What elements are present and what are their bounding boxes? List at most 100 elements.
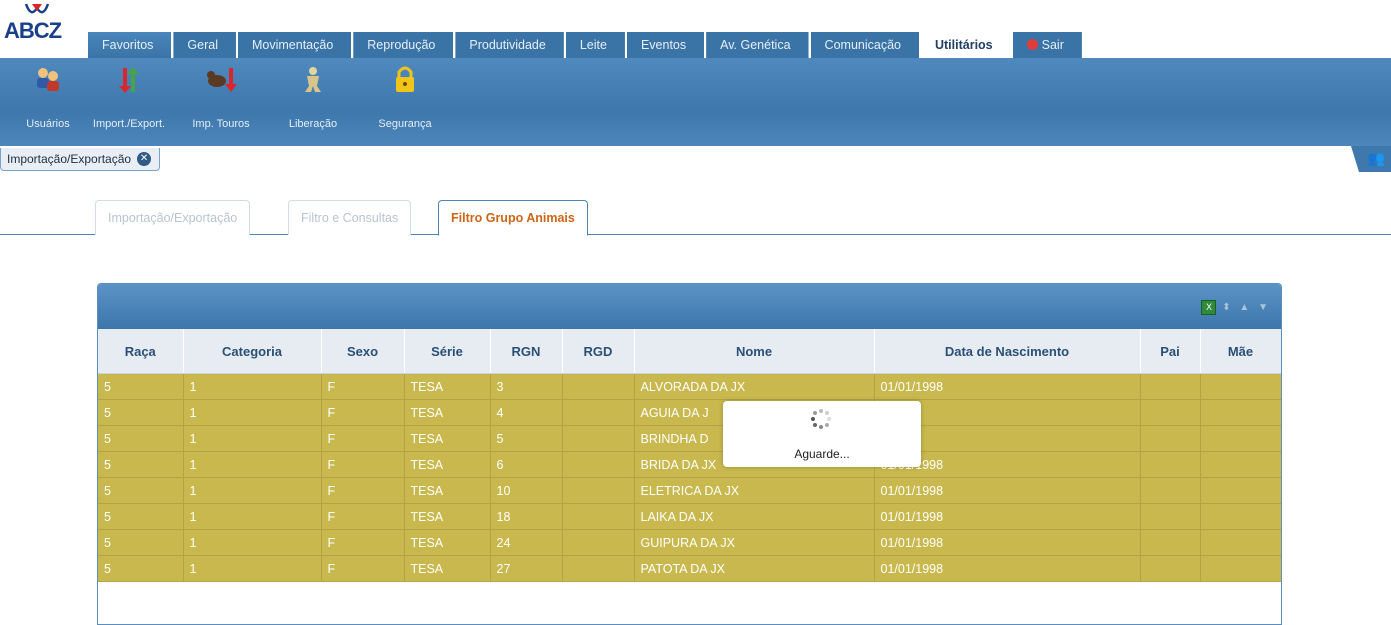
- loading-spinner-icon: [809, 403, 833, 439]
- toolbar-imp-touros-label: Imp. Touros: [192, 118, 250, 130]
- table-row[interactable]: 5 1 F TESA 18 LAIKA DA JX 01/01/1998: [98, 503, 1281, 530]
- menu-sair[interactable]: Sair: [1012, 32, 1082, 58]
- table-body: 5 1 F TESA 3 ALVORADA DA JX 01/01/1998 5 1 F TESA 4…: [98, 373, 1281, 582]
- grid-tools: X ⬍ ▲ ▼: [1201, 300, 1271, 315]
- table-cell: [1200, 529, 1281, 556]
- menu-av-genetica[interactable]: Av. Genética: [706, 32, 809, 58]
- table-cell: 6: [490, 451, 563, 478]
- col-sexo[interactable]: Sexo: [321, 329, 405, 374]
- toolbar-seguranca-button[interactable]: Segurança: [360, 62, 450, 130]
- table-cell: F: [321, 503, 405, 530]
- subtab-importacao-exportacao[interactable]: Importação/Exportação: [95, 200, 251, 235]
- close-tab-icon[interactable]: ✕: [137, 151, 152, 166]
- col-pai[interactable]: Pai: [1140, 329, 1201, 374]
- col-mae[interactable]: Mãe: [1200, 329, 1281, 374]
- table-row[interactable]: 5 1 F TESA 3 ALVORADA DA JX 01/01/1998: [98, 373, 1281, 400]
- menu-comunicacao[interactable]: Comunicação: [810, 32, 919, 58]
- loading-dialog: Aguarde...: [723, 401, 921, 467]
- table-cell: [562, 399, 635, 426]
- user-icon: 👥: [1367, 150, 1385, 166]
- table-cell: 01/01/1998: [874, 477, 1141, 504]
- table-cell: 5: [98, 477, 184, 504]
- grid-header: X ⬍ ▲ ▼: [98, 284, 1281, 329]
- table-cell: 01/01/1998: [874, 503, 1141, 530]
- menu-leite[interactable]: Leite: [565, 32, 625, 58]
- release-icon: [305, 67, 321, 92]
- menu-reproducao[interactable]: Reprodução: [353, 32, 454, 58]
- table-cell: 5: [98, 373, 184, 400]
- table-cell: 1: [183, 503, 322, 530]
- sort-icon[interactable]: ⬍: [1222, 302, 1233, 313]
- col-raca[interactable]: Raça: [98, 329, 184, 374]
- col-rgn[interactable]: RGN: [490, 329, 563, 374]
- table-cell: TESA: [404, 529, 491, 556]
- toolbar-import-export-button[interactable]: Import./Export.: [84, 62, 174, 130]
- abcz-logo: ABCZ: [4, 2, 74, 46]
- table-cell: GUIPURA DA JX: [634, 529, 875, 556]
- table-cell: 24: [490, 529, 563, 556]
- table-cell: 4: [490, 399, 563, 426]
- table-cell: 5: [98, 503, 184, 530]
- col-serie[interactable]: Série: [404, 329, 491, 374]
- subtab-filtro-consultas[interactable]: Filtro e Consultas: [288, 200, 412, 235]
- table-cell: [562, 451, 635, 478]
- table-row[interactable]: 5 1 F TESA 10 ELETRICA DA JX 01/01/1998: [98, 477, 1281, 504]
- table-cell: LAIKA DA JX: [634, 503, 875, 530]
- toolbar-usuarios-button[interactable]: Usuários: [3, 62, 93, 130]
- subtab-filtro-grupo-animais[interactable]: Filtro Grupo Animais: [438, 200, 588, 236]
- menu-utilitarios[interactable]: Utilitários: [920, 32, 1011, 58]
- collapse-down-icon[interactable]: ▼: [1258, 302, 1271, 313]
- excel-export-icon[interactable]: X: [1201, 300, 1217, 315]
- user-corner[interactable]: 👥: [1351, 146, 1391, 172]
- users-icon: [37, 68, 59, 91]
- table-cell: F: [321, 399, 405, 426]
- table-cell: 5: [98, 425, 184, 452]
- menu-produtividade[interactable]: Produtividade: [455, 32, 564, 58]
- table-cell: 5: [98, 555, 184, 582]
- table-header-row: Raça Categoria Sexo Série RGN RGD Nome D…: [98, 329, 1281, 374]
- table-cell: 01/01/1998: [874, 555, 1141, 582]
- table-cell: F: [321, 477, 405, 504]
- menu-geral[interactable]: Geral: [173, 32, 236, 58]
- table-cell: F: [321, 555, 405, 582]
- table-cell: F: [321, 373, 405, 400]
- table-cell: F: [321, 425, 405, 452]
- col-rgd[interactable]: RGD: [562, 329, 635, 374]
- table-cell: TESA: [404, 399, 491, 426]
- table-cell: 1: [183, 451, 322, 478]
- col-categoria[interactable]: Categoria: [183, 329, 322, 374]
- table-cell: [1200, 451, 1281, 478]
- table-cell: 5: [98, 529, 184, 556]
- logo-mark-icon: [24, 3, 50, 14]
- table-row[interactable]: 51FTESA6BRIDA DA JX01/01/1998: [98, 451, 1281, 478]
- table-cell: [1200, 399, 1281, 426]
- col-data-nascimento[interactable]: Data de Nascimento: [874, 329, 1141, 374]
- toolbar-liberacao-button[interactable]: Liberação: [268, 62, 358, 130]
- table-row[interactable]: 51FTESA5BRINDHA D/1998: [98, 425, 1281, 452]
- collapse-up-icon[interactable]: ▲: [1239, 302, 1252, 313]
- toolbar-ribbon: Usuários Import./Export. Imp. Touros Lib…: [0, 58, 1391, 146]
- table-cell: [1140, 373, 1201, 400]
- menu-movimentacao[interactable]: Movimentação: [237, 32, 352, 58]
- table-cell: 18: [490, 503, 563, 530]
- table-cell: [562, 373, 635, 400]
- main-menu: Favoritos Geral Movimentação Reprodução …: [88, 32, 1084, 58]
- logo-text: ABCZ: [4, 18, 62, 43]
- animals-grid: X ⬍ ▲ ▼ Raça Categoria Sexo Série RGN RG…: [97, 283, 1282, 625]
- table-cell: [562, 503, 635, 530]
- table-cell: [1200, 555, 1281, 582]
- toolbar-imp-touros-button[interactable]: Imp. Touros: [176, 62, 266, 130]
- table-row[interactable]: 5 1 F TESA 27 PATOTA DA JX 01/01/1998: [98, 555, 1281, 582]
- toolbar-seguranca-label: Segurança: [378, 118, 432, 130]
- col-nome[interactable]: Nome: [634, 329, 875, 374]
- menu-eventos[interactable]: Eventos: [626, 32, 705, 58]
- table-row[interactable]: 5 1 F TESA 24 GUIPURA DA JX 01/01/1998: [98, 529, 1281, 556]
- menu-favoritos[interactable]: Favoritos: [88, 32, 172, 58]
- table-cell: [562, 425, 635, 452]
- table-cell: 5: [490, 425, 563, 452]
- page-tab-importacao-exportacao[interactable]: Importação/Exportação ✕: [0, 148, 161, 171]
- import-export-icon: [119, 67, 139, 93]
- table-cell: [1140, 555, 1201, 582]
- table-row[interactable]: 51FTESA4AGUIA DA J/1998: [98, 399, 1281, 426]
- table-cell: 1: [183, 555, 322, 582]
